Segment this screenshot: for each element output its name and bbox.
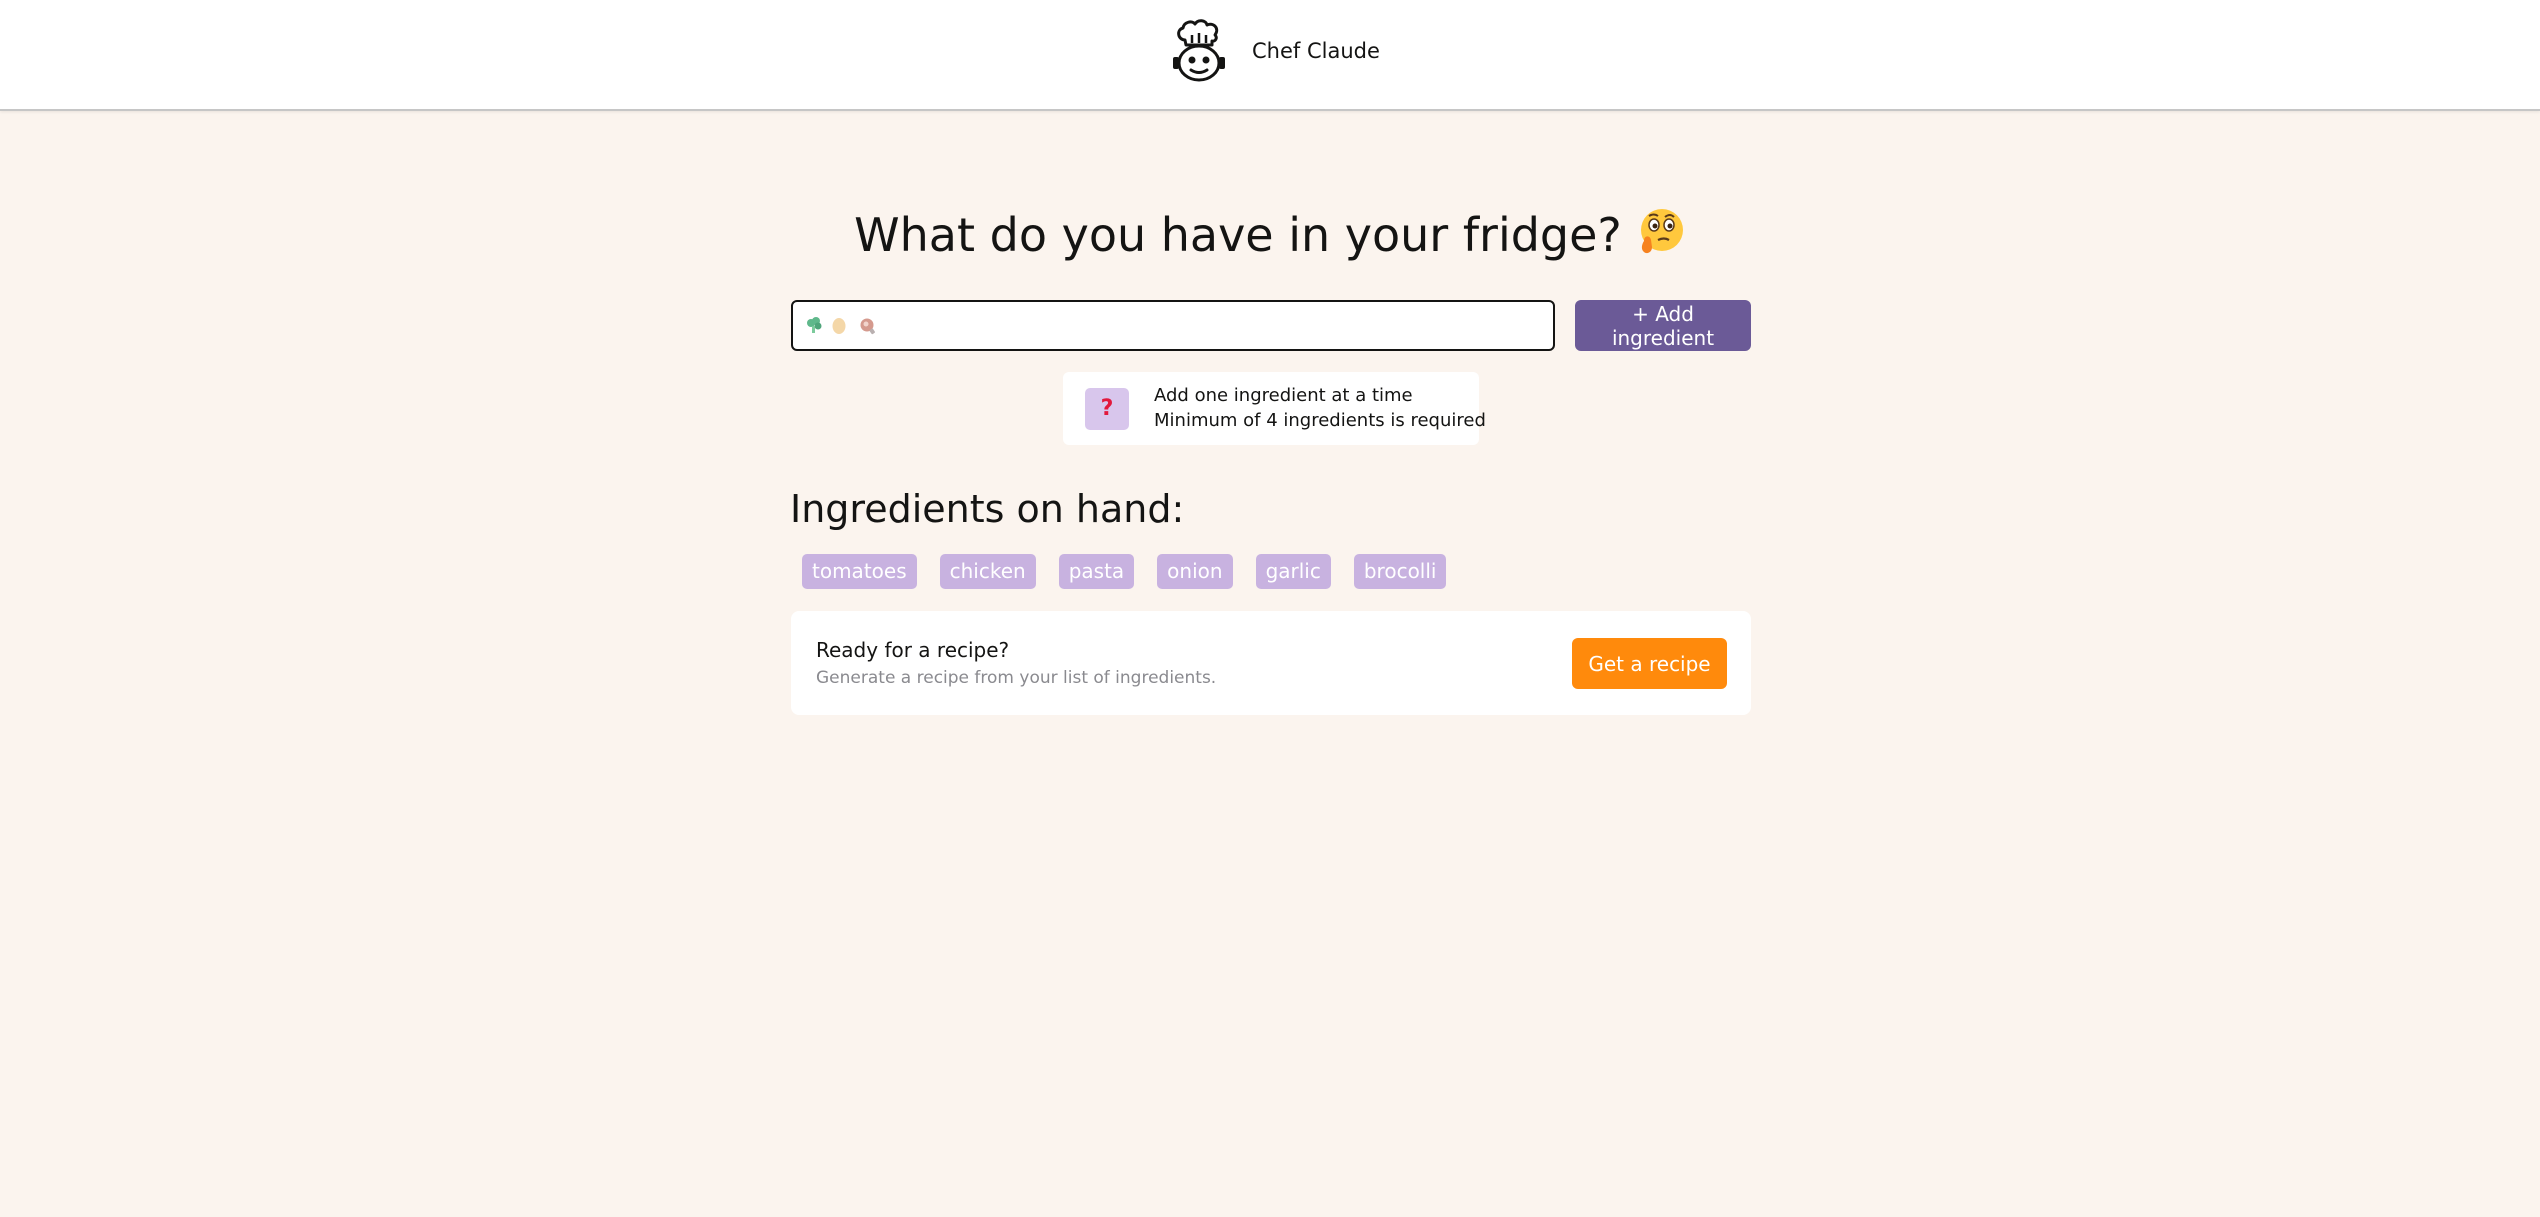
brand-name: Chef Claude [1252,39,1380,63]
chef-robot-icon [1173,19,1225,82]
add-ingredient-button[interactable]: + Add ingredient [1575,300,1751,351]
hint-line-two: Minimum of 4 ingredients is required [1154,410,1486,431]
ingredient-chip: garlic [1255,554,1331,589]
site-header: Chef Claude [0,0,2540,111]
headline-text: What do you have in your fridge? [854,208,1622,262]
ingredient-chip: tomatoes [802,554,917,589]
hint-line-one: Add one ingredient at a time [1154,385,1413,406]
ingredient-chip: onion [1157,554,1233,589]
page-headline: What do you have in your fridge? [0,202,2540,268]
recipe-card-title: Ready for a recipe? [816,638,1010,662]
ingredients-title: Ingredients on hand: [790,487,1185,531]
ingredient-chip: brocolli [1353,554,1447,589]
ingredient-chip: pasta [1058,554,1135,589]
ingredient-chip: chicken [939,554,1036,589]
get-recipe-button[interactable]: Get a recipe [1572,638,1727,689]
recipe-card-subtitle: Generate a recipe from your list of ingr… [816,668,1217,688]
question-mark-icon: ? [1085,388,1129,430]
recipe-card: Ready for a recipe? Generate a recipe fr… [791,611,1751,715]
ingredient-list: tomatoes chicken pasta onion garlic broc… [802,554,1447,590]
thinking-face-emoji [1640,209,1683,254]
ingredient-input[interactable] [791,300,1555,351]
